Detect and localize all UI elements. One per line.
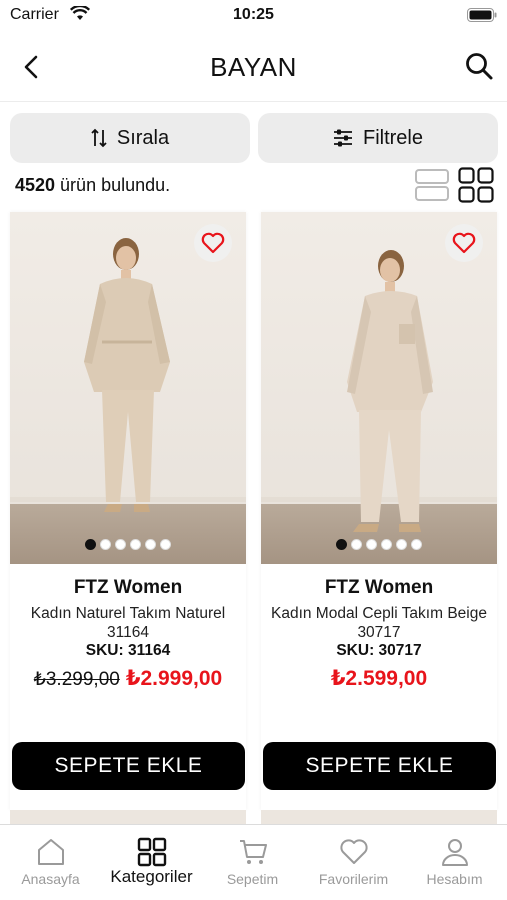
- current-price: ₺2.999,00: [125, 667, 223, 690]
- product-image[interactable]: [261, 212, 497, 564]
- page-dot[interactable]: [411, 539, 422, 550]
- product-prices: ₺3.299,00 ₺2.999,00: [10, 666, 246, 691]
- status-bar: Carrier 10:25: [0, 0, 507, 30]
- person-icon: [441, 839, 468, 866]
- list-view-toggle[interactable]: [415, 168, 449, 207]
- heart-icon: [201, 232, 225, 254]
- tab-favorites[interactable]: Favorilerim: [303, 825, 404, 900]
- product-sku: SKU: 31164: [85, 642, 171, 659]
- search-button[interactable]: [461, 48, 497, 84]
- tab-label: Sepetim: [226, 871, 279, 887]
- page-dot[interactable]: [336, 539, 347, 550]
- grid-icon: [137, 837, 166, 867]
- sliders-icon: [333, 129, 352, 147]
- add-to-cart-button[interactable]: SEPETE EKLE: [12, 742, 245, 790]
- heart-icon: [452, 232, 476, 254]
- favorite-button[interactable]: [445, 224, 483, 262]
- sort-label: Sırala: [116, 126, 170, 149]
- page-dot[interactable]: [130, 539, 141, 550]
- tab-label: Hesabım: [426, 871, 483, 887]
- clock: 10:25: [233, 6, 274, 23]
- image-page-dots: [261, 539, 497, 550]
- model-figure: [84, 238, 170, 512]
- grid-view-icon: [458, 167, 494, 203]
- page-dot[interactable]: [85, 539, 96, 550]
- result-count-number: 4520: [15, 175, 56, 195]
- heart-icon: [339, 839, 368, 864]
- grid-view-toggle[interactable]: [458, 167, 494, 208]
- cart-icon: [239, 840, 267, 864]
- favorite-button[interactable]: [194, 224, 232, 262]
- result-count-suffix: ürün bulundu.: [55, 175, 171, 195]
- tab-label: Anasayfa: [21, 871, 80, 887]
- page-dot[interactable]: [100, 539, 111, 550]
- model-figure: [347, 250, 433, 532]
- product-sku: SKU: 30717: [336, 642, 422, 659]
- product-name[interactable]: Kadın Modal Cepli Takım Beige 30717: [267, 604, 491, 642]
- add-to-cart-button[interactable]: SEPETE EKLE: [263, 742, 496, 790]
- page-dot[interactable]: [351, 539, 362, 550]
- product-brand: FTZ Women: [324, 577, 434, 598]
- filter-label: Filtrele: [362, 126, 423, 149]
- list-view-icon: [415, 169, 449, 201]
- sort-button[interactable]: Sırala: [10, 113, 250, 163]
- product-card[interactable]: FTZ Women Kadın Modal Cepli Takım Beige …: [261, 212, 497, 810]
- page-dot[interactable]: [366, 539, 377, 550]
- sort-arrows-icon: [91, 128, 107, 148]
- nav-header: BAYAN: [0, 30, 507, 102]
- home-icon: [37, 839, 64, 865]
- page-dot[interactable]: [145, 539, 156, 550]
- product-image[interactable]: [10, 212, 246, 564]
- battery-icon: [467, 8, 497, 27]
- tab-bar: Anasayfa Kategoriler Sepetim Favorilerim…: [0, 824, 507, 900]
- page-dot[interactable]: [381, 539, 392, 550]
- page-dot[interactable]: [396, 539, 407, 550]
- page-dot[interactable]: [160, 539, 171, 550]
- tab-label: Kategoriler: [110, 867, 193, 886]
- tab-cart[interactable]: Sepetim: [202, 825, 303, 900]
- old-price: ₺3.299,00: [33, 669, 120, 690]
- product-card[interactable]: FTZ Women Kadın Naturel Takım Naturel 31…: [10, 212, 246, 810]
- tab-categories[interactable]: Kategoriler: [101, 825, 202, 900]
- filter-button[interactable]: Filtrele: [258, 113, 498, 163]
- tab-account[interactable]: Hesabım: [404, 825, 505, 900]
- search-icon: [466, 53, 493, 80]
- tab-label: Favorilerim: [318, 871, 389, 887]
- product-name[interactable]: Kadın Naturel Takım Naturel 31164: [16, 604, 240, 642]
- current-price: ₺2.599,00: [330, 667, 428, 690]
- tab-home[interactable]: Anasayfa: [0, 825, 101, 900]
- image-page-dots: [10, 539, 246, 550]
- result-count: 4520 ürün bulundu.: [15, 175, 170, 196]
- page-dot[interactable]: [115, 539, 126, 550]
- product-prices: ₺2.599,00: [261, 666, 497, 691]
- product-brand: FTZ Women: [73, 577, 183, 598]
- page-title: BAYAN: [210, 52, 297, 82]
